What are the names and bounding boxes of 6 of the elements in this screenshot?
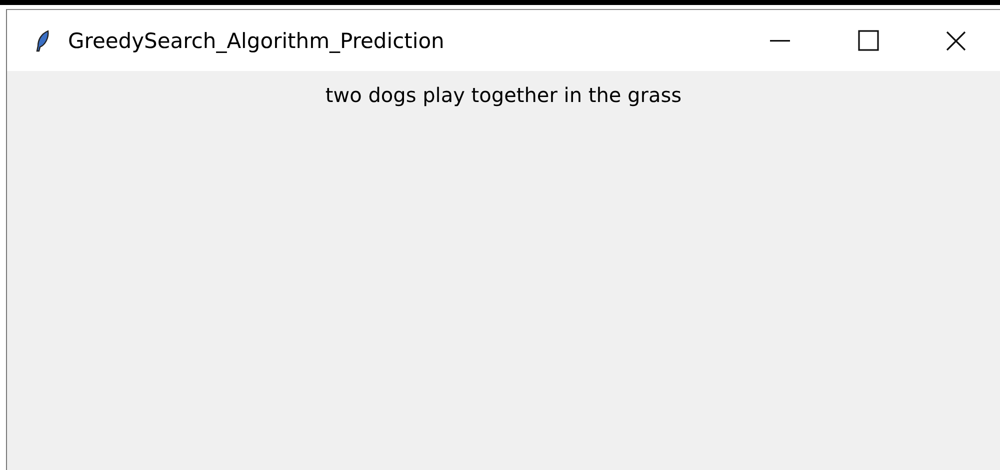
minimize-icon (770, 40, 790, 42)
feather-icon (35, 30, 51, 52)
close-icon (946, 30, 966, 50)
maximize-icon (858, 30, 878, 51)
window-title: GreedySearch_Algorithm_Prediction (68, 28, 446, 52)
prediction-text: two dogs play together in the grass (325, 83, 682, 107)
